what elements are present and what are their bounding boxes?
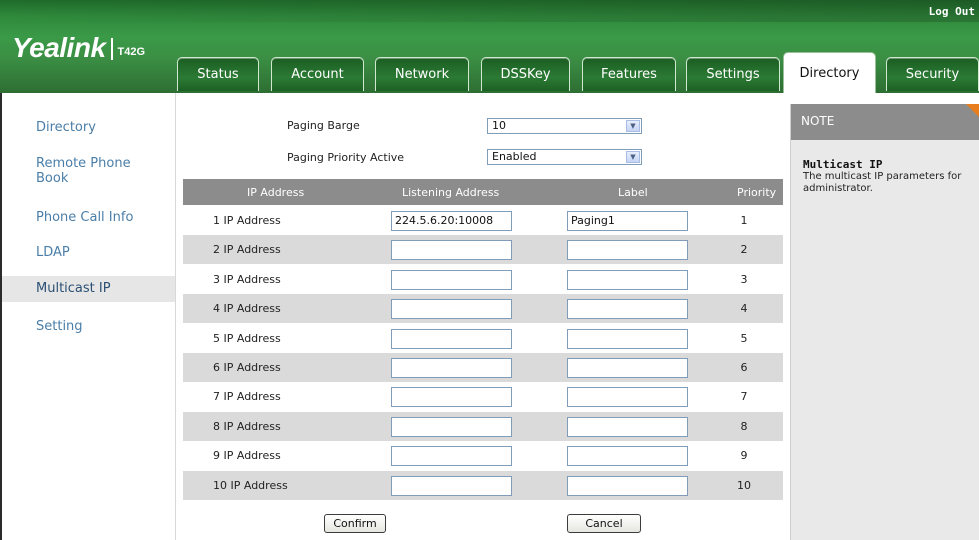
label-input[interactable]	[567, 476, 688, 496]
listening-address-input[interactable]: 224.5.6.20:10008	[391, 211, 512, 231]
chevron-down-icon: ▼	[626, 120, 640, 132]
chevron-down-icon: ▼	[626, 151, 640, 163]
table-row: 1 IP Address 224.5.6.20:10008 Paging1 1	[183, 206, 783, 235]
priority-value: 7	[740, 390, 748, 403]
note-panel: NOTE Multicast IP The multicast IP param…	[790, 104, 979, 540]
label-input[interactable]	[567, 387, 688, 407]
table-row: 2 IP Address 2	[183, 235, 783, 264]
note-title: Multicast IP	[803, 158, 883, 171]
logo-brand: Yealink	[12, 32, 106, 63]
ip-address-label: 8 IP Address	[213, 420, 281, 433]
logout-link[interactable]: Log Out	[929, 5, 975, 18]
yealink-logo: Yealink T42G	[12, 32, 145, 64]
priority-value: 6	[740, 361, 748, 374]
sidebar-item-directory[interactable]: Directory	[36, 120, 96, 135]
priority-value: 5	[740, 332, 748, 345]
sidebar-item-multicast-ip[interactable]: Multicast IP	[2, 276, 175, 302]
priority-value: 3	[740, 273, 748, 286]
sidebar-item-setting[interactable]: Setting	[36, 319, 83, 334]
label-input[interactable]: Paging1	[567, 211, 688, 231]
main-content: Paging Barge 10 ▼ Paging Priority Active…	[175, 93, 783, 540]
tab-network[interactable]: Network	[375, 57, 469, 91]
note-heading: NOTE	[801, 114, 835, 128]
priority-value: 2	[740, 243, 748, 256]
table-header: IP Address Listening Address Label Prior…	[183, 179, 783, 205]
paging-barge-label: Paging Barge	[287, 119, 360, 132]
listening-address-input[interactable]	[391, 387, 512, 407]
priority-value: 8	[740, 420, 748, 433]
listening-address-input[interactable]	[391, 446, 512, 466]
paging-barge-select[interactable]: 10 ▼	[487, 118, 642, 134]
table-row: 7 IP Address 7	[183, 382, 783, 411]
label-input[interactable]	[567, 329, 688, 349]
header-listening-address: Listening Address	[402, 186, 500, 199]
table-row: 6 IP Address 6	[183, 353, 783, 382]
listening-address-input[interactable]	[391, 240, 512, 260]
sidebar: Directory Remote Phone Book Phone Call I…	[2, 93, 175, 540]
header-priority: Priority	[737, 186, 777, 199]
sidebar-item-ldap[interactable]: LDAP	[36, 245, 70, 260]
note-body: The multicast IP parameters for administ…	[803, 171, 962, 194]
listening-address-input[interactable]	[391, 358, 512, 378]
ip-address-label: 2 IP Address	[213, 243, 281, 256]
ip-address-label: 6 IP Address	[213, 361, 281, 374]
label-input[interactable]	[567, 358, 688, 378]
table-row: 5 IP Address 5	[183, 324, 783, 353]
tab-status[interactable]: Status	[177, 57, 259, 91]
priority-value: 4	[740, 302, 748, 315]
note-header: NOTE	[791, 104, 979, 140]
paging-barge-value: 10	[492, 119, 506, 132]
listening-address-input[interactable]	[391, 299, 512, 319]
paging-priority-select[interactable]: Enabled ▼	[487, 149, 642, 165]
label-input[interactable]	[567, 446, 688, 466]
label-input[interactable]	[567, 270, 688, 290]
label-input[interactable]	[567, 299, 688, 319]
table-row: 9 IP Address 9	[183, 441, 783, 470]
header-bar: Log Out Yealink T42G Status Account Netw…	[0, 0, 979, 93]
ip-address-label: 1 IP Address	[213, 214, 281, 227]
table-row: 3 IP Address 3	[183, 265, 783, 294]
label-input[interactable]	[567, 417, 688, 437]
logo-separator	[110, 38, 113, 60]
listening-address-input[interactable]	[391, 270, 512, 290]
sidebar-item-phone-call-info[interactable]: Phone Call Info	[36, 210, 133, 225]
sidebar-item-remote-phone-book[interactable]: Remote Phone Book	[36, 156, 166, 186]
tab-dsskey[interactable]: DSSKey	[481, 57, 570, 91]
note-corner-icon	[966, 104, 979, 118]
priority-value: 1	[740, 214, 748, 227]
listening-address-input[interactable]	[391, 476, 512, 496]
ip-address-label: 4 IP Address	[213, 302, 281, 315]
header-label: Label	[618, 186, 648, 199]
ip-address-label: 10 IP Address	[213, 479, 288, 492]
tab-features[interactable]: Features	[582, 57, 676, 91]
cancel-button[interactable]: Cancel	[567, 514, 641, 533]
tab-directory[interactable]: Directory	[783, 52, 876, 93]
listening-address-input[interactable]	[391, 417, 512, 437]
header-ip-address: IP Address	[247, 186, 305, 199]
tab-settings[interactable]: Settings	[686, 57, 780, 91]
listening-address-input[interactable]	[391, 329, 512, 349]
ip-address-label: 5 IP Address	[213, 332, 281, 345]
confirm-button[interactable]: Confirm	[324, 514, 386, 533]
ip-address-label: 9 IP Address	[213, 449, 281, 462]
tab-account[interactable]: Account	[271, 57, 364, 91]
paging-priority-value: Enabled	[492, 150, 537, 163]
logo-model: T42G	[117, 46, 146, 58]
paging-priority-label: Paging Priority Active	[287, 151, 405, 164]
table-row: 10 IP Address 10	[183, 471, 783, 500]
priority-value: 9	[740, 449, 748, 462]
label-input[interactable]	[567, 240, 688, 260]
ip-address-label: 3 IP Address	[213, 273, 281, 286]
priority-value: 10	[737, 479, 751, 492]
tab-security[interactable]: Security	[886, 57, 979, 91]
ip-address-label: 7 IP Address	[213, 390, 281, 403]
table-row: 8 IP Address 8	[183, 412, 783, 441]
table-row: 4 IP Address 4	[183, 294, 783, 323]
top-strip	[0, 0, 979, 22]
